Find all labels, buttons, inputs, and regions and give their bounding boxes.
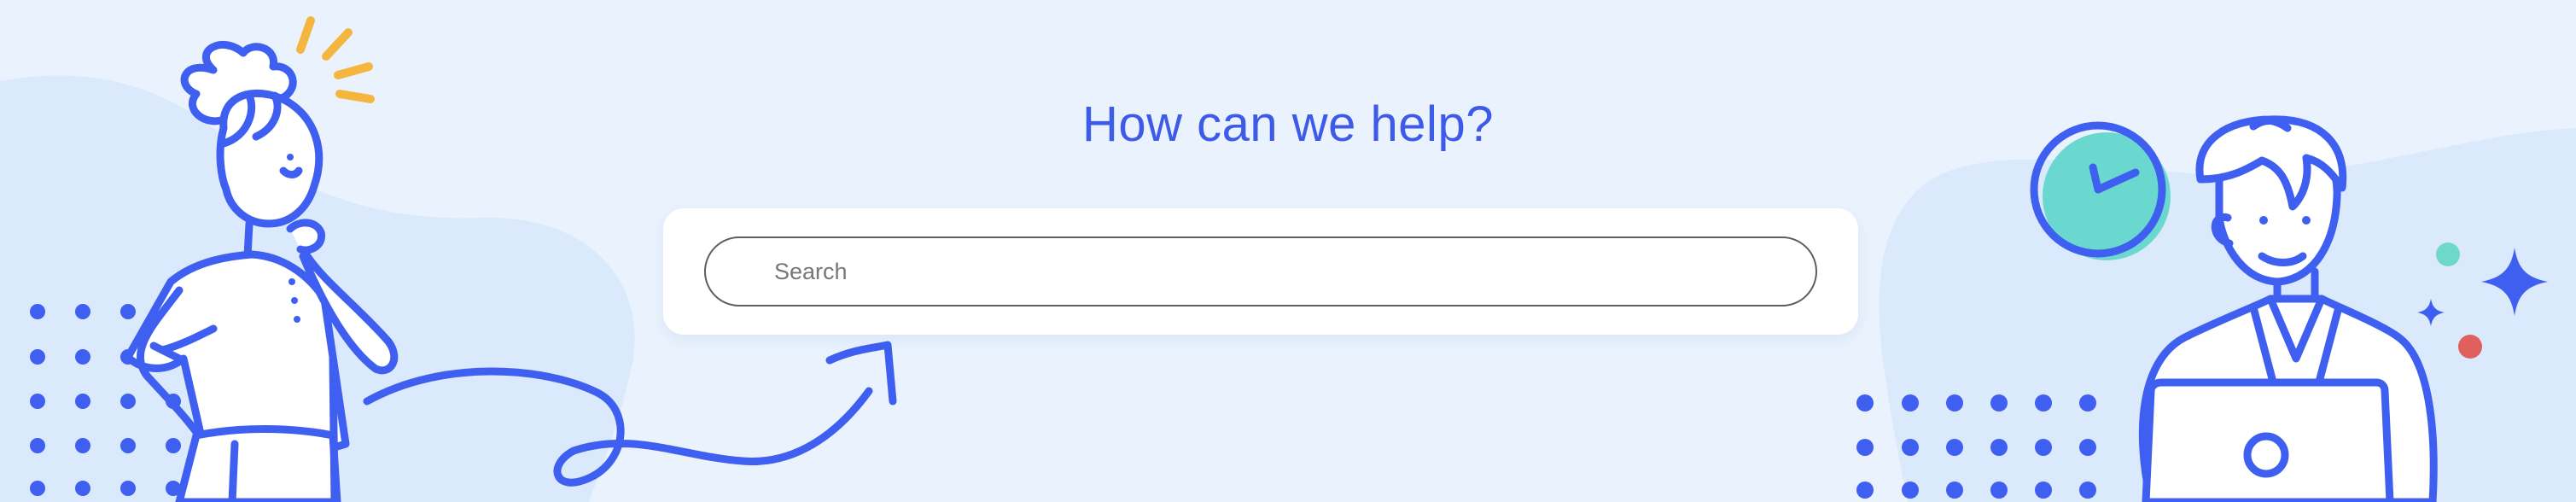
search-input[interactable] — [774, 238, 1781, 305]
red-dot — [2458, 335, 2482, 359]
teal-dot — [2436, 242, 2460, 266]
search-card — [663, 208, 1858, 335]
search-field[interactable] — [704, 236, 1817, 306]
idea-spark-icon — [296, 16, 375, 103]
page-title: How can we help? — [1082, 96, 1494, 152]
arrow-head-icon — [825, 341, 897, 406]
